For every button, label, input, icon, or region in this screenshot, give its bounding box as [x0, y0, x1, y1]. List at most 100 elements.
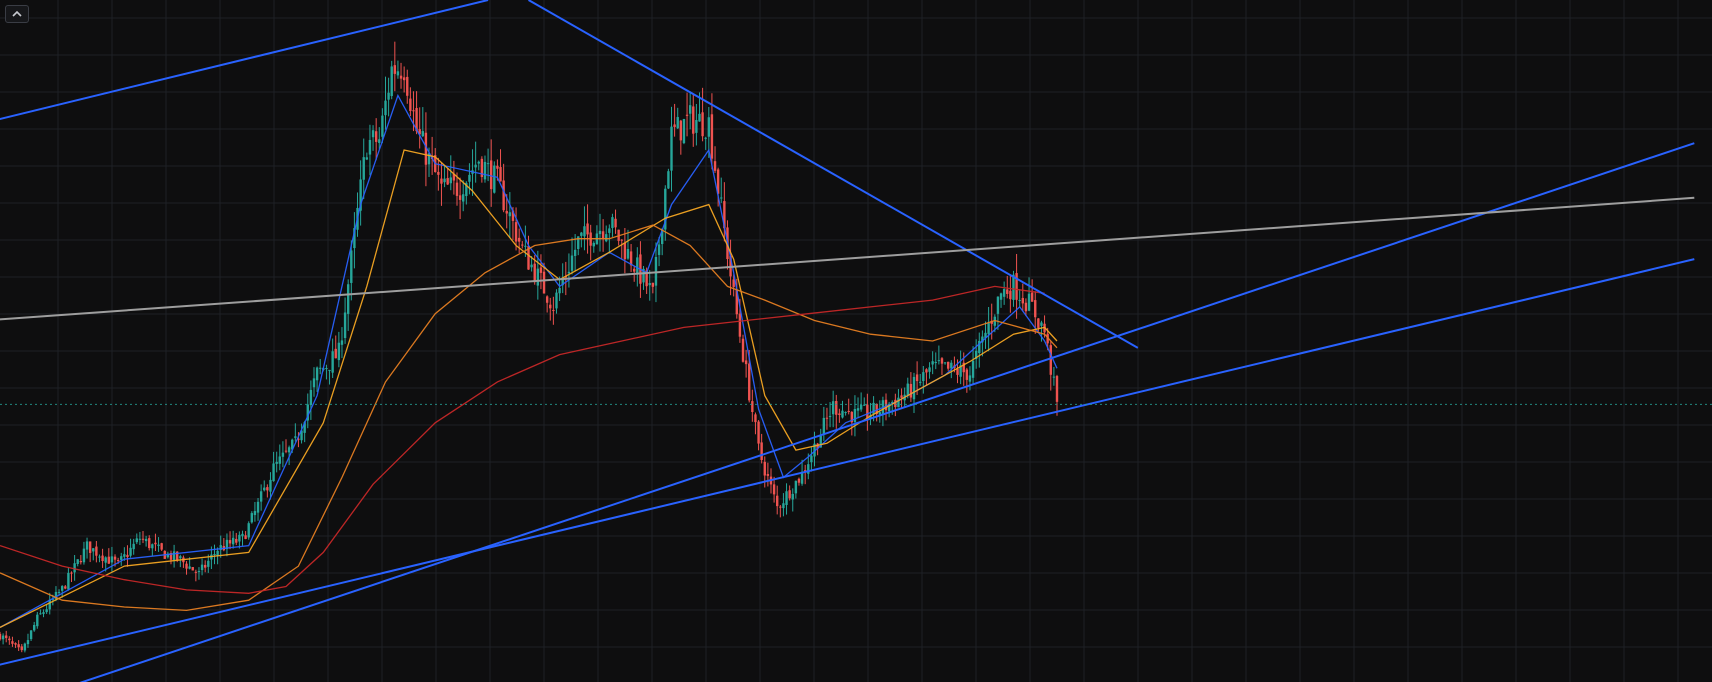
candle-body	[244, 535, 247, 539]
candle-body	[17, 644, 20, 648]
candle-body	[841, 410, 844, 418]
candle-body	[946, 361, 950, 369]
candle-body	[123, 554, 126, 557]
candle-body	[831, 401, 835, 415]
candle-body	[760, 442, 763, 460]
candle-body	[744, 360, 748, 365]
candle-body	[486, 163, 490, 165]
candle-body	[412, 110, 415, 112]
candle-body	[667, 171, 670, 189]
candle-body	[312, 378, 316, 388]
candle-body	[859, 404, 863, 410]
candle-body	[688, 105, 692, 114]
candle-body	[228, 540, 232, 544]
candle-body	[331, 351, 334, 373]
candle-body	[263, 487, 266, 491]
candle-body	[943, 362, 947, 364]
candle-body	[259, 491, 263, 502]
candle-body	[458, 195, 462, 200]
candle-body	[713, 161, 717, 171]
candle-body	[70, 572, 73, 574]
candle-body	[493, 165, 496, 193]
candle-body	[738, 313, 742, 337]
candle-body	[931, 361, 934, 365]
candle-body	[294, 436, 297, 438]
candle-body	[390, 66, 393, 97]
candle-body	[766, 474, 770, 476]
chevron-up-icon	[12, 10, 22, 17]
candle-body	[633, 268, 636, 272]
candle-body	[636, 257, 639, 275]
candle-body	[368, 139, 372, 155]
candle-body	[157, 544, 160, 546]
candle-body	[1, 635, 5, 640]
candle-body	[626, 248, 630, 259]
candle-body	[120, 556, 123, 560]
chart-area[interactable]	[0, 0, 1712, 682]
candle-body	[1027, 293, 1031, 311]
candle-body	[365, 157, 369, 160]
candle-body	[866, 404, 869, 419]
candle-body	[741, 338, 745, 362]
candle-body	[1024, 302, 1028, 312]
candle-body	[309, 389, 313, 406]
candle-body	[996, 296, 1000, 314]
candle-body	[148, 538, 151, 549]
candle-body	[92, 548, 95, 552]
candle-body	[772, 484, 776, 495]
candle-body	[113, 556, 117, 560]
price-chart[interactable]	[0, 0, 1712, 682]
candle-body	[378, 139, 381, 143]
candle-body	[791, 493, 794, 500]
candle-body	[934, 361, 937, 364]
candle-body	[350, 250, 353, 283]
candle-body	[673, 124, 676, 128]
candle-body	[110, 556, 114, 563]
candle-body	[567, 271, 571, 274]
candle-body	[151, 544, 154, 549]
candle-body	[505, 210, 508, 214]
candle-body	[1021, 297, 1025, 304]
candle-body	[785, 491, 788, 505]
candle-body	[906, 383, 909, 396]
candle-body	[794, 480, 798, 494]
candle-body	[29, 630, 33, 640]
candle-body	[384, 100, 387, 116]
candle-body	[648, 283, 651, 286]
candle-body	[1049, 345, 1052, 375]
candle-body	[396, 71, 400, 76]
candle-body	[247, 523, 250, 538]
candle-body	[449, 177, 452, 184]
candle-body	[788, 490, 791, 499]
candle-body	[235, 538, 238, 543]
candle-body	[42, 612, 45, 614]
candle-body	[231, 537, 235, 545]
candle-body	[474, 164, 477, 168]
candle-body	[508, 212, 512, 217]
candle-body	[104, 557, 107, 563]
candle-body	[36, 614, 39, 627]
candle-body	[900, 395, 903, 398]
candle-body	[409, 98, 412, 111]
candle-body	[685, 114, 689, 116]
candle-body	[135, 538, 138, 543]
candle-body	[144, 538, 148, 542]
candle-body	[241, 533, 244, 537]
candle-body	[319, 367, 322, 369]
candle-body	[1040, 322, 1043, 326]
candle-body	[287, 447, 291, 453]
candle-body	[191, 567, 194, 571]
candle-body	[620, 239, 623, 241]
collapse-button[interactable]	[5, 5, 29, 23]
candle-body	[334, 348, 337, 359]
candle-body	[194, 571, 198, 573]
candle-body	[847, 410, 850, 412]
candle-body	[611, 217, 614, 228]
candle-body	[446, 178, 449, 185]
candle-body	[1030, 292, 1034, 302]
candle-body	[116, 560, 120, 562]
candle-body	[154, 542, 157, 545]
candle-body	[573, 249, 577, 256]
candle-body	[269, 479, 272, 492]
candle-body	[779, 506, 782, 508]
